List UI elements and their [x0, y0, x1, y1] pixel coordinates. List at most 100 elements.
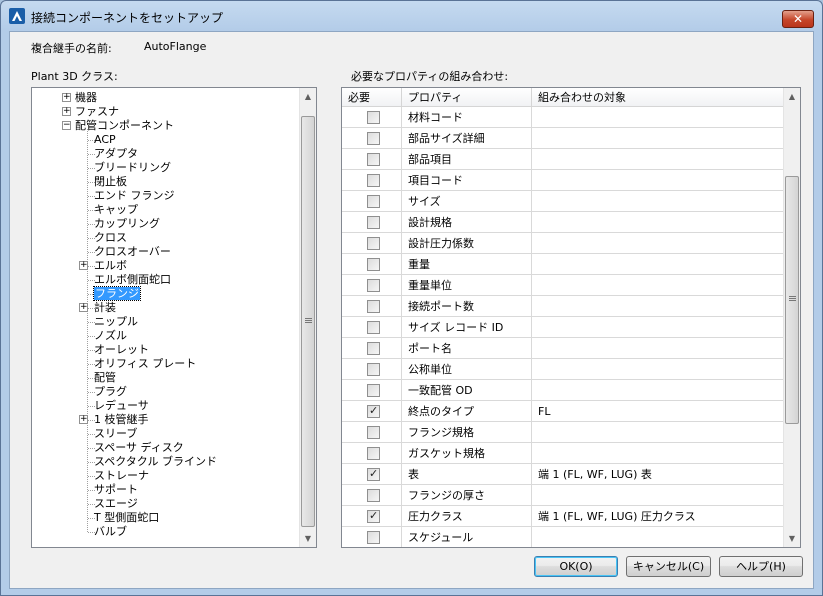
table-row[interactable]: ポート名 — [342, 338, 784, 359]
table-row[interactable]: 部品サイズ詳細 — [342, 128, 784, 149]
target-cell[interactable] — [532, 149, 784, 170]
tree-node[interactable]: サポート — [94, 483, 138, 497]
target-cell[interactable] — [532, 128, 784, 149]
expand-icon[interactable]: + — [79, 415, 88, 424]
table-row[interactable]: 設計規格 — [342, 212, 784, 233]
tree-node[interactable]: オーレット — [94, 343, 149, 357]
tree-node[interactable]: スペーサ ディスク — [94, 441, 184, 455]
class-tree[interactable]: + 機器 + ファスナ − 配管コンポーネント ACP アダプタ ブリードリング 閉止板 エンド フ… — [31, 87, 317, 548]
table-row[interactable]: フランジ規格 — [342, 422, 784, 443]
target-cell[interactable] — [532, 254, 784, 275]
table-row[interactable]: 部品項目 — [342, 149, 784, 170]
target-cell[interactable] — [532, 338, 784, 359]
tree-node[interactable]: ACP — [94, 133, 116, 147]
help-button[interactable]: ヘルプ(H) — [719, 556, 803, 577]
tree-node[interactable]: ニップル — [94, 315, 138, 329]
required-checkbox-checked[interactable]: ✓ — [367, 509, 380, 523]
table-row[interactable]: ✓ 表端 1 (FL, WF, LUG) 表 — [342, 464, 784, 485]
target-cell[interactable] — [532, 359, 784, 380]
tree-node[interactable]: オリフィス プレート — [94, 357, 196, 371]
required-checkbox[interactable] — [367, 384, 380, 397]
tree-scrollbar[interactable]: ▲ ▼ — [299, 88, 316, 547]
target-cell[interactable] — [532, 422, 784, 443]
column-required[interactable]: 必要 — [342, 88, 402, 107]
scroll-down-icon[interactable]: ▼ — [300, 530, 316, 547]
table-row[interactable]: 一致配管 OD — [342, 380, 784, 401]
tree-node[interactable]: バルブ — [94, 525, 127, 539]
required-checkbox[interactable] — [367, 153, 380, 166]
tree-node[interactable]: スペクタクル ブラインド — [94, 455, 217, 469]
expand-icon[interactable]: + — [62, 107, 71, 116]
ok-button[interactable]: OK(O) — [534, 556, 618, 577]
table-row[interactable]: 項目コード — [342, 170, 784, 191]
tree-node[interactable]: 機器 — [75, 91, 97, 105]
table-row[interactable]: 重量 — [342, 254, 784, 275]
tree-node[interactable]: クロスオーバー — [94, 245, 171, 259]
tree-node[interactable]: ストレーナ — [94, 469, 149, 483]
table-row[interactable]: フランジの厚さ — [342, 485, 784, 506]
target-cell[interactable] — [532, 380, 784, 401]
required-checkbox[interactable] — [367, 174, 380, 187]
target-cell[interactable] — [532, 191, 784, 212]
required-checkbox[interactable] — [367, 237, 380, 250]
required-checkbox[interactable] — [367, 447, 380, 460]
target-cell[interactable] — [532, 233, 784, 254]
tree-node[interactable]: フランジ — [93, 286, 141, 301]
tree-node[interactable]: エルボ — [94, 259, 127, 273]
cancel-button[interactable]: キャンセル(C) — [626, 556, 711, 577]
table-row[interactable]: 材料コード — [342, 107, 784, 128]
title-bar[interactable]: 接続コンポーネントをセットアップ ✕ — [1, 1, 822, 31]
target-cell[interactable] — [532, 275, 784, 296]
table-row[interactable]: スケジュール — [342, 527, 784, 547]
required-checkbox[interactable] — [367, 279, 380, 292]
required-checkbox[interactable] — [367, 363, 380, 376]
required-checkbox[interactable] — [367, 342, 380, 355]
collapse-icon[interactable]: − — [62, 121, 71, 130]
expand-icon[interactable]: + — [62, 93, 71, 102]
expand-icon[interactable]: + — [79, 261, 88, 270]
tree-node[interactable]: 閉止板 — [94, 175, 127, 189]
table-row[interactable]: ✓ 圧力クラス端 1 (FL, WF, LUG) 圧力クラス — [342, 506, 784, 527]
tree-node[interactable]: 配管 — [94, 371, 116, 385]
scroll-up-icon[interactable]: ▲ — [300, 88, 316, 105]
tree-node[interactable]: アダプタ — [94, 147, 138, 161]
tree-node[interactable]: ノズル — [94, 329, 127, 343]
tree-node[interactable]: ファスナ — [75, 105, 119, 119]
tree-node[interactable]: エルボ側面蛇口 — [94, 273, 171, 287]
tree-node[interactable]: スエージ — [94, 497, 138, 511]
target-cell[interactable]: 端 1 (FL, WF, LUG) 圧力クラス — [532, 506, 784, 527]
required-checkbox[interactable] — [367, 321, 380, 334]
tree-node[interactable]: プラグ — [94, 385, 127, 399]
target-cell[interactable] — [532, 107, 784, 128]
tree-node[interactable]: ブリードリング — [94, 161, 171, 175]
target-cell[interactable] — [532, 212, 784, 233]
tree-node[interactable]: カップリング — [94, 217, 160, 231]
tree-scroll-thumb[interactable] — [301, 116, 315, 527]
close-button[interactable]: ✕ — [782, 10, 814, 28]
target-cell[interactable] — [532, 443, 784, 464]
table-row[interactable]: 設計圧力係数 — [342, 233, 784, 254]
tree-node[interactable]: 配管コンポーネント — [75, 119, 174, 133]
tree-node[interactable]: エンド フランジ — [94, 189, 175, 203]
target-cell[interactable] — [532, 527, 784, 547]
table-row[interactable]: ✓ 終点のタイプ FL — [342, 401, 784, 422]
target-cell[interactable]: 端 1 (FL, WF, LUG) 表 — [532, 464, 784, 485]
target-cell[interactable] — [532, 296, 784, 317]
required-checkbox[interactable] — [367, 195, 380, 208]
required-checkbox[interactable] — [367, 426, 380, 439]
scroll-down-icon[interactable]: ▼ — [784, 530, 800, 547]
tree-node[interactable]: キャップ — [94, 203, 138, 217]
tree-node[interactable]: レデューサ — [94, 399, 149, 413]
tree-node[interactable]: 1 枝管継手 — [94, 413, 149, 427]
required-checkbox[interactable] — [367, 258, 380, 271]
required-checkbox-checked[interactable]: ✓ — [367, 404, 380, 418]
table-row[interactable]: サイズ レコード ID — [342, 317, 784, 338]
table-row[interactable]: サイズ — [342, 191, 784, 212]
scroll-up-icon[interactable]: ▲ — [784, 88, 800, 105]
target-cell[interactable]: FL — [532, 401, 784, 422]
grid-scrollbar[interactable]: ▲ ▼ — [783, 88, 800, 547]
tree-node[interactable]: T 型側面蛇口 — [94, 511, 159, 525]
required-checkbox-checked[interactable]: ✓ — [367, 467, 380, 481]
required-checkbox[interactable] — [367, 300, 380, 313]
expand-icon[interactable]: + — [79, 303, 88, 312]
